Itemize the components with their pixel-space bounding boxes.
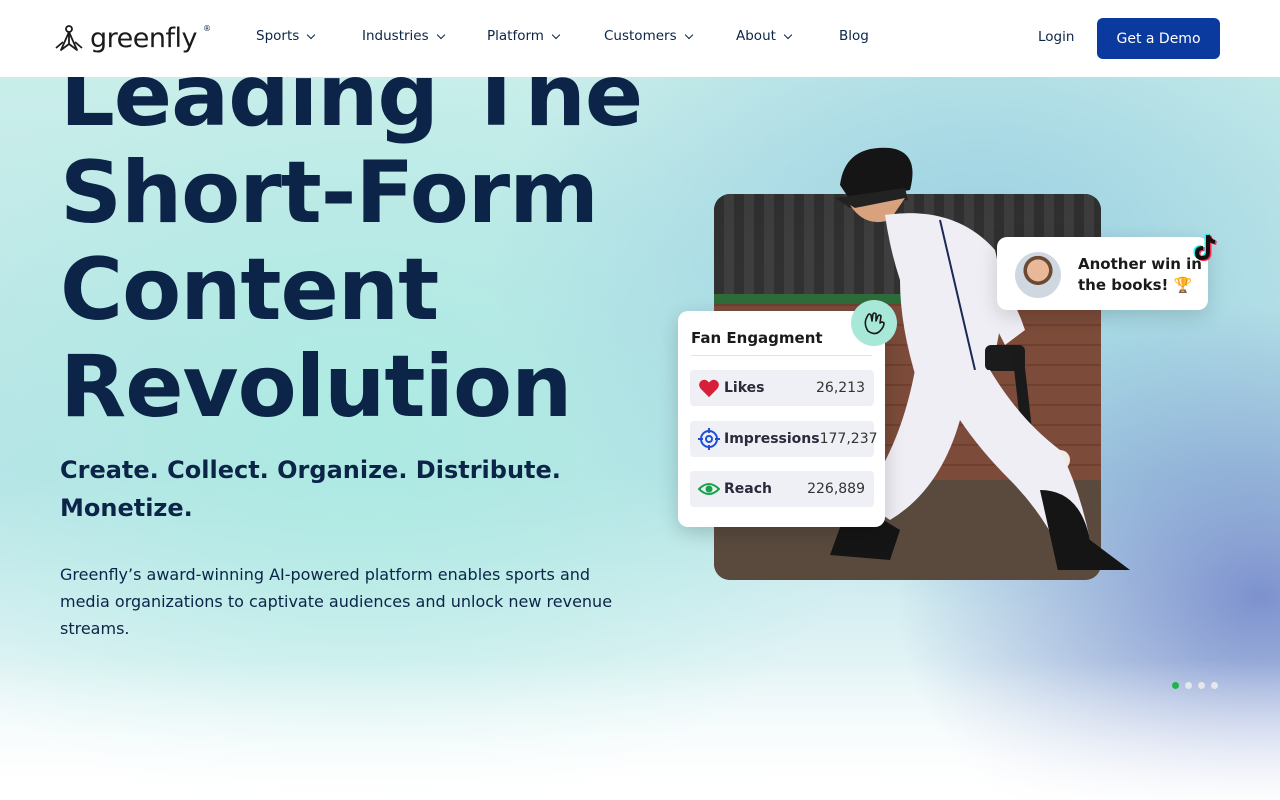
nav-item-sports[interactable]: Sports bbox=[256, 28, 316, 44]
metric-value: 177,237 bbox=[819, 431, 878, 447]
tiktok-icon bbox=[1193, 233, 1217, 262]
heart-icon bbox=[698, 377, 720, 399]
post-text: Another win in the books! 🏆 bbox=[1078, 255, 1202, 294]
social-post-bubble: Another win in the books! 🏆 bbox=[997, 237, 1208, 310]
metric-value: 226,889 bbox=[807, 481, 865, 497]
target-icon bbox=[698, 428, 720, 450]
metric-row-likes: Likes 26,213 bbox=[690, 370, 874, 406]
brand-name: greenfly bbox=[90, 23, 197, 54]
carousel-dot[interactable] bbox=[1211, 682, 1218, 689]
fan-engagement-card: Fan Engagment Likes 26,213 Impressions 1… bbox=[678, 311, 885, 527]
headline-line: Revolution bbox=[60, 337, 572, 437]
card-title: Fan Engagment bbox=[691, 329, 823, 347]
nav-item-label: Platform bbox=[487, 28, 544, 44]
metric-label: Reach bbox=[724, 481, 772, 497]
nav-item-label: About bbox=[736, 28, 776, 44]
chevron-down-icon bbox=[684, 30, 693, 40]
chevron-down-icon bbox=[783, 30, 793, 40]
hero-headline: Leading The Short-Form Content Revolutio… bbox=[60, 48, 660, 436]
carousel-dot[interactable] bbox=[1198, 682, 1205, 689]
carousel-dot[interactable] bbox=[1172, 682, 1179, 689]
metric-value: 26,213 bbox=[816, 380, 865, 396]
carousel-dots bbox=[1172, 682, 1218, 689]
card-divider bbox=[691, 355, 872, 356]
nav-item-label: Sports bbox=[256, 28, 300, 44]
nav-item-customers[interactable]: Customers bbox=[604, 28, 693, 44]
hero-fade bbox=[0, 660, 1280, 800]
nav-item-label: Customers bbox=[604, 28, 677, 44]
get-demo-button[interactable]: Get a Demo bbox=[1097, 18, 1220, 59]
chevron-down-icon bbox=[307, 30, 316, 40]
hero-description: Greenfly’s award-winning AI-powered plat… bbox=[60, 565, 613, 638]
metric-row-impressions: Impressions 177,237 bbox=[690, 421, 878, 457]
nav-item-platform[interactable]: Platform bbox=[487, 28, 561, 44]
nav-item-about[interactable]: About bbox=[736, 28, 793, 44]
carousel-dot[interactable] bbox=[1185, 682, 1192, 689]
headline-line: Content bbox=[60, 240, 439, 340]
registered-mark: ® bbox=[202, 24, 211, 33]
login-link[interactable]: Login bbox=[1038, 29, 1074, 45]
nav-item-blog[interactable]: Blog bbox=[839, 28, 869, 44]
nav-item-label: Industries bbox=[362, 28, 429, 44]
top-nav: greenfly ® Sports Industries Platform Cu… bbox=[0, 0, 1280, 77]
avatar bbox=[1015, 252, 1061, 298]
metric-label: Likes bbox=[724, 380, 765, 396]
metric-row-reach: Reach 226,889 bbox=[690, 471, 874, 507]
chevron-down-icon bbox=[436, 30, 445, 40]
eye-icon bbox=[698, 478, 720, 500]
nav-item-label: Blog bbox=[839, 28, 869, 44]
hero-subheadline: Create. Collect. Organize. Distribute. M… bbox=[60, 456, 561, 522]
headline-line: Short-Form bbox=[60, 143, 599, 243]
chevron-down-icon bbox=[551, 30, 561, 40]
clapping-hands-icon bbox=[851, 300, 897, 346]
greenfly-logo[interactable]: greenfly ® bbox=[54, 23, 211, 54]
fly-icon bbox=[55, 24, 83, 51]
metric-label: Impressions bbox=[724, 431, 820, 447]
nav-item-industries[interactable]: Industries bbox=[362, 28, 445, 44]
